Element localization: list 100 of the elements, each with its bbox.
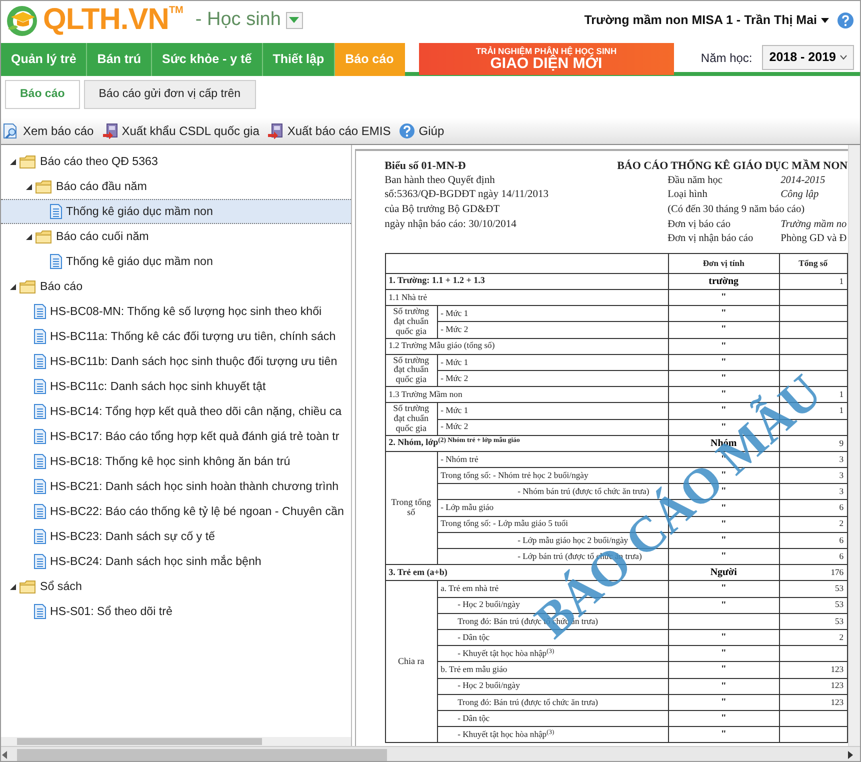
database-arrow-icon bbox=[267, 122, 284, 139]
total-cell: 123 bbox=[830, 696, 844, 707]
tree-item[interactable]: Báo cáo theo QĐ 5363 bbox=[1, 149, 351, 174]
unit-cell: " bbox=[720, 292, 726, 304]
total-cell: 2 bbox=[839, 518, 844, 528]
unit-cell: " bbox=[720, 502, 726, 514]
tree-item[interactable]: Thống kê giáo dục mầm non bbox=[1, 199, 351, 224]
row-label: - Mức 2 bbox=[440, 324, 468, 334]
unit-cell: " bbox=[720, 712, 726, 724]
tree-item[interactable]: Báo cáo cuối năm bbox=[1, 224, 351, 250]
tree-item[interactable]: HS-BC11a: Thống kê các đối tượng ưu tiên, chính sách bbox=[1, 324, 351, 350]
total-cell: 6 bbox=[839, 502, 844, 512]
unit-cell: Người bbox=[710, 567, 737, 578]
row-label: - Dân tộc bbox=[458, 712, 490, 723]
document-icon bbox=[34, 504, 46, 520]
trademark-mark: TM bbox=[168, 4, 184, 18]
tree-item[interactable]: Báo cáo đầu năm bbox=[1, 174, 351, 200]
folder-icon bbox=[35, 230, 52, 244]
report-title: BÁO CÁO THỐNG KÊ GIÁO DỤC MẦM NON bbox=[617, 159, 848, 174]
tree-item[interactable]: HS-BC18: Thống kê học sinh không ăn bán trú bbox=[1, 449, 351, 474]
horizontal-scrollbar[interactable] bbox=[1, 737, 351, 746]
scroll-left-icon bbox=[1, 750, 9, 759]
help-icon[interactable] bbox=[837, 12, 854, 28]
tree-item[interactable]: HS-BC14: Tổng hợp kết quả theo dõi cân nặng, chiều ca bbox=[1, 399, 351, 424]
row-label: - Dân tộc bbox=[458, 632, 490, 642]
help-icon bbox=[398, 122, 415, 139]
row-label: - Học 2 buổi/ngày bbox=[458, 599, 520, 610]
unit-cell: " bbox=[720, 308, 726, 320]
row-label: Trong tổng số: - Lớp mẫu giáo 5 tuổi bbox=[440, 518, 568, 528]
info-label: Loại hình bbox=[668, 188, 708, 202]
expanded-arrow-icon[interactable] bbox=[9, 158, 17, 166]
unit-cell: " bbox=[720, 340, 726, 352]
total-cell: 53 bbox=[835, 616, 844, 626]
group-label: Số trường đạt chuẩn quốc gia bbox=[393, 403, 430, 433]
expanded-arrow-icon[interactable] bbox=[25, 232, 33, 241]
tree-item[interactable]: Báo cáo bbox=[1, 274, 351, 300]
folder-icon bbox=[19, 154, 36, 169]
row-label: a. Trẻ em nhà trẻ bbox=[440, 583, 499, 594]
school-year-label: Năm học: bbox=[700, 50, 752, 66]
tree-item[interactable]: HS-BC24: Danh sách học sinh mắc bệnh bbox=[1, 549, 351, 574]
graduation-cap-logo-icon bbox=[5, 3, 39, 37]
document-icon bbox=[34, 304, 46, 320]
total-cell: 2 bbox=[839, 632, 844, 642]
report-text: của Bộ trưởng Bộ GD&ĐT bbox=[384, 203, 501, 218]
row-label: - Mức 1 bbox=[440, 356, 468, 367]
document-icon bbox=[34, 604, 46, 620]
expanded-arrow-icon[interactable] bbox=[9, 582, 17, 591]
unit-cell: " bbox=[720, 600, 726, 611]
tree-item[interactable]: HS-BC22: Báo cáo thống kê tỷ lệ bé ngoan - Chuyên cần bbox=[1, 499, 351, 524]
document-icon bbox=[34, 454, 46, 470]
tree-item[interactable]: HS-BC11c: Danh sách học sinh khuyết tật bbox=[1, 374, 351, 400]
scroll-right-icon bbox=[846, 750, 854, 759]
row-label: - Nhóm trẻ bbox=[440, 454, 478, 464]
school-year-select[interactable]: 2018 - 2019 bbox=[762, 45, 854, 70]
toolbar-button[interactable]: Xuất báo cáo EMIS bbox=[265, 122, 397, 140]
row-label: 3. Trẻ em (a+b) bbox=[388, 566, 448, 577]
horizontal-scrollbar[interactable] bbox=[1, 746, 860, 761]
column-header: Tổng số bbox=[779, 253, 848, 274]
total-cell: 9 bbox=[839, 438, 844, 448]
expanded-arrow-icon[interactable] bbox=[9, 282, 17, 291]
tree-item[interactable]: HS-BC11b: Danh sách học sinh thuộc đối tượng ưu tiên bbox=[1, 349, 351, 374]
unit-cell: " bbox=[720, 696, 726, 708]
module-dropdown[interactable] bbox=[286, 12, 303, 28]
toolbar-button[interactable]: Xem báo cáo bbox=[1, 122, 100, 140]
row-label: - Mức 2 bbox=[440, 372, 468, 383]
tree-item[interactable]: Sổ sách bbox=[1, 574, 351, 600]
total-cell: 176 bbox=[830, 567, 844, 578]
document-icon bbox=[34, 529, 46, 544]
row-label: b. Trẻ em mẫu giáo bbox=[440, 664, 508, 674]
folder-icon bbox=[19, 580, 36, 594]
report-tab[interactable]: Báo cáo bbox=[5, 80, 80, 110]
tree-item[interactable]: HS-BC23: Danh sách sự cố y tế bbox=[1, 524, 351, 550]
user-menu[interactable]: Trường mầm non MISA 1 - Trần Thị Mai bbox=[584, 10, 829, 30]
info-label: (Có đến 30 tháng 9 năm báo cáo) bbox=[668, 203, 806, 218]
unit-cell: " bbox=[720, 534, 726, 546]
column-header: Đơn vị tính bbox=[668, 253, 780, 274]
document-icon bbox=[34, 379, 46, 394]
row-label: Trong tổng số: - Nhóm trẻ học 2 buổi/ngày bbox=[440, 470, 588, 480]
tree-item[interactable]: Thống kê giáo dục mầm non bbox=[1, 249, 351, 274]
total-cell: 53 bbox=[835, 583, 844, 594]
document-icon bbox=[34, 404, 46, 420]
total-cell: 1 bbox=[839, 405, 844, 416]
group-label: Trong tổng số bbox=[391, 497, 432, 518]
unit-cell: " bbox=[720, 551, 726, 562]
tree-item[interactable]: HS-BC17: Báo cáo tổng hợp kết quả đánh giá trẻ toàn tr bbox=[1, 424, 351, 450]
unit-cell: " bbox=[720, 356, 726, 368]
row-label: Trong đó: Bán trú (được tổ chức ăn trưa) bbox=[458, 696, 598, 707]
vertical-scrollbar[interactable] bbox=[848, 145, 860, 746]
toolbar-button[interactable]: Giúp bbox=[396, 122, 450, 140]
tree-item[interactable]: HS-BC08-MN: Thống kê số lượng học sinh theo khối bbox=[1, 299, 351, 324]
magnifier-document-icon bbox=[3, 122, 19, 139]
tree-item[interactable]: HS-BC21: Danh sách học sinh hoàn thành chương trình bbox=[1, 474, 351, 500]
tree-item[interactable]: HS-S01: Sổ theo dõi trẻ bbox=[1, 599, 351, 624]
total-cell: 123 bbox=[830, 664, 844, 674]
row-label: 1. Trường: 1.1 + 1.2 + 1.3 bbox=[388, 275, 485, 286]
row-label: 1.1 Nhà trẻ bbox=[388, 292, 428, 302]
row-label: - Khuyết tật học hòa nhập$^{(3)}$ bbox=[458, 648, 554, 658]
toolbar-button[interactable]: Xuất khẩu CSDL quốc gia bbox=[100, 122, 266, 140]
report-tab[interactable]: Báo cáo gửi đơn vị cấp trên bbox=[84, 80, 256, 110]
expanded-arrow-icon[interactable] bbox=[25, 182, 33, 191]
